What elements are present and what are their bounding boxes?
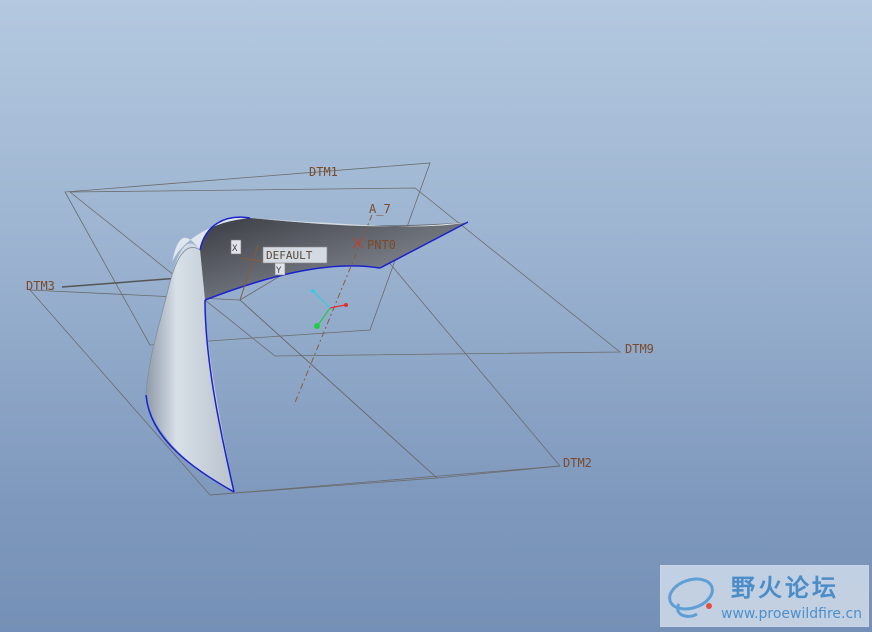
label-dtm2[interactable]: DTM2 [563,456,592,470]
spin-center-triad [311,289,348,329]
label-dtm3[interactable]: DTM3 [26,279,55,293]
watermark-url: www.proewildfire.cn [721,606,863,622]
datum-plane-dtm9[interactable] [68,187,622,357]
forum-watermark: 野火论坛 www.proewildfire.cn [660,565,869,627]
label-pnt0[interactable]: PNT0 [367,238,396,252]
watermark-title: 野火论坛 [731,574,839,602]
label-dtm9[interactable]: DTM9 [625,342,654,356]
label-axis-a7[interactable]: A_7 [369,202,391,216]
label-default-csys[interactable]: DEFAULT [266,249,313,262]
csys-y-letter: Y [276,266,282,276]
label-dtm1[interactable]: DTM1 [309,165,338,179]
csys-x-letter: X [232,244,238,254]
forum-logo-icon [668,577,714,618]
model-viewport[interactable]: X Y DTM1 DTM3 DTM9 DTM2 A_7 PNT0 DEFAULT [0,0,872,632]
